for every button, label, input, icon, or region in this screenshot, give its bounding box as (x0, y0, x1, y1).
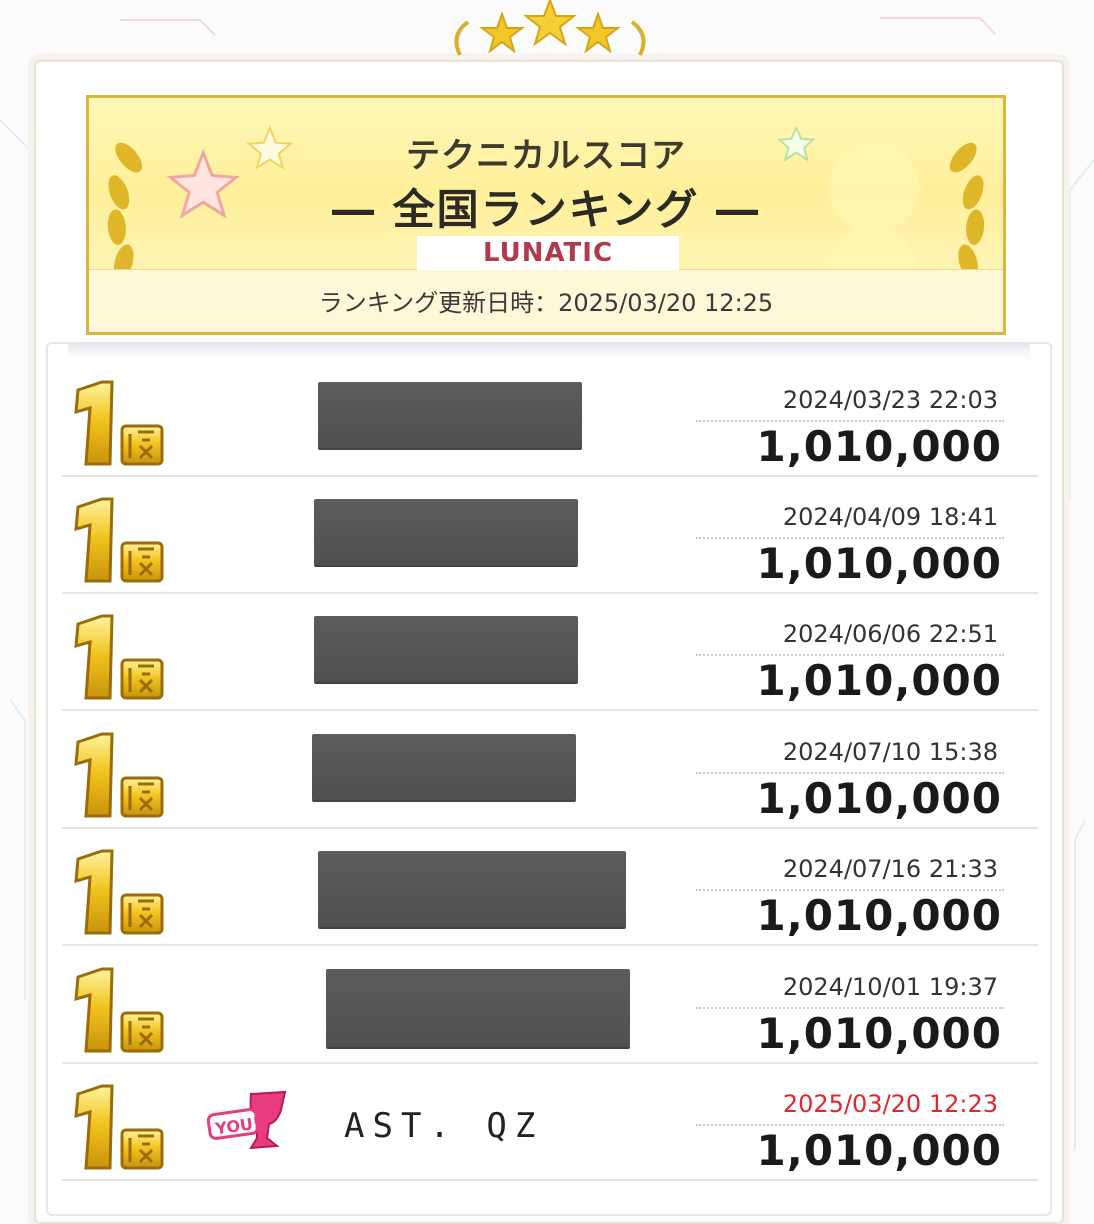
ranking-row: 2024/10/01 19:37 1,010,000 (62, 945, 1038, 1064)
redacted-player-name (326, 969, 630, 1047)
score-value: 1,010,000 (756, 891, 1002, 940)
score-value: 1,010,000 (756, 422, 1002, 471)
score-value: 1,010,000 (756, 656, 1002, 705)
play-date: 2025/03/20 12:23 (782, 1090, 998, 1118)
rank-1st-icon (72, 380, 182, 474)
ranking-list[interactable]: 2024/03/23 22:03 1,010,000 2024/04/09 18:… (46, 342, 1052, 1216)
play-date: 2024/07/10 15:38 (782, 738, 998, 766)
ranking-row: 2024/04/09 18:41 1,010,000 (62, 475, 1038, 594)
ranking-row: YOU! AST. QZ 2025/03/20 12:23 1,010,000 (62, 1062, 1038, 1181)
score-value: 1,010,000 (756, 774, 1002, 823)
banner-title: ― 全国ランキング ― (332, 185, 760, 234)
score-value: 1,010,000 (756, 539, 1002, 588)
play-date: 2024/07/16 21:33 (782, 855, 998, 883)
ranking-header-banner: テクニカルスコア ― 全国ランキング ― LUNATIC ランキング更新日時：2… (86, 95, 1006, 335)
ranking-row: 2024/03/23 22:03 1,010,000 (62, 358, 1038, 477)
rank-1st-icon (72, 497, 182, 591)
ranking-updated-time: ランキング更新日時：2025/03/20 12:25 (318, 289, 774, 317)
ranking-row: 2024/06/06 22:51 1,010,000 (62, 592, 1038, 711)
score-value: 1,010,000 (756, 1126, 1002, 1175)
you-trophy-icon: YOU! (206, 1088, 299, 1158)
redacted-player-name (314, 616, 578, 682)
rank-1st-icon (72, 967, 182, 1061)
rank-1st-icon (72, 849, 182, 943)
play-date: 2024/10/01 19:37 (782, 973, 998, 1001)
play-date: 2024/04/09 18:41 (782, 503, 998, 531)
player-name: AST. QZ (344, 1106, 544, 1146)
banner-subtitle: テクニカルスコア (406, 136, 686, 176)
redacted-player-name (318, 851, 626, 927)
play-date: 2024/03/23 22:03 (782, 386, 998, 414)
list-top-shade (68, 344, 1030, 358)
stars-ornament-icon (454, 0, 646, 56)
rank-1st-icon (72, 732, 182, 826)
score-value: 1,010,000 (756, 1009, 1002, 1058)
play-date: 2024/06/06 22:51 (782, 620, 998, 648)
difficulty-label: LUNATIC (417, 236, 679, 270)
rank-1st-icon (72, 1084, 182, 1178)
redacted-player-name (312, 734, 576, 800)
redacted-player-name (314, 499, 578, 565)
ranking-row: 2024/07/10 15:38 1,010,000 (62, 710, 1038, 829)
redacted-player-name (318, 382, 582, 448)
ranking-row: 2024/07/16 21:33 1,010,000 (62, 827, 1038, 946)
rank-1st-icon (72, 614, 182, 708)
